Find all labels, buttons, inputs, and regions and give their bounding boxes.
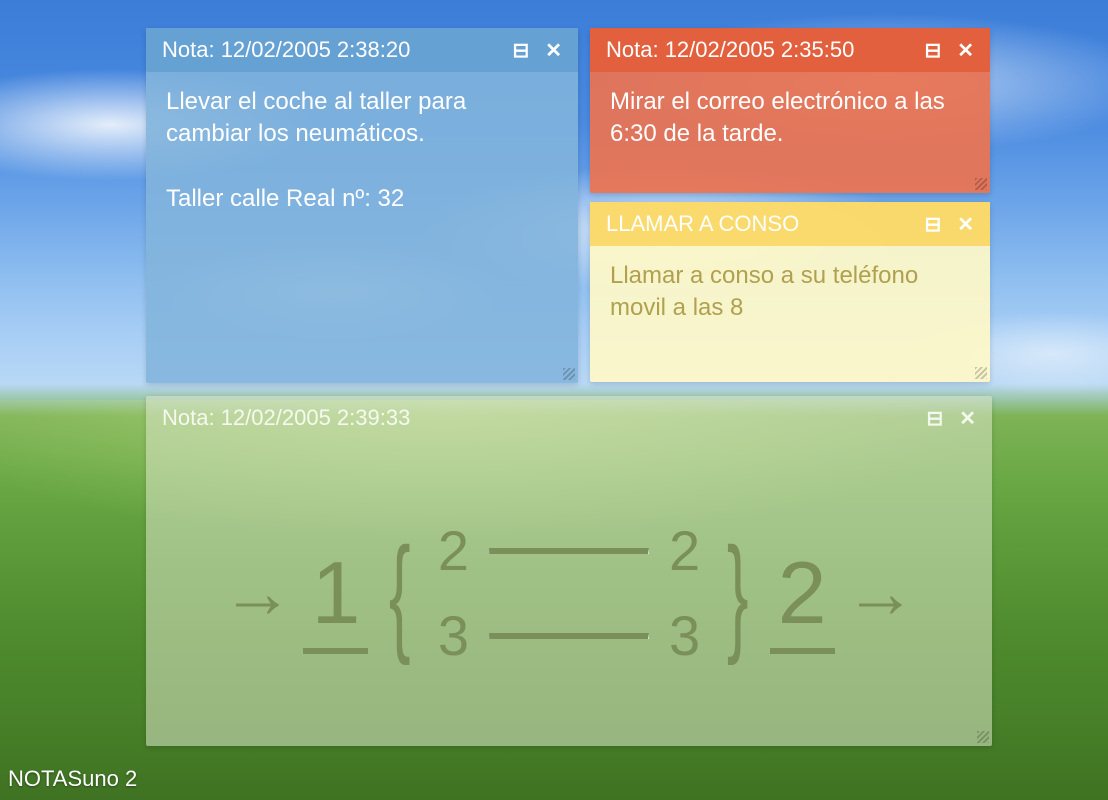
minimize-icon[interactable]: ⊟ — [926, 406, 943, 431]
note-body[interactable]: Mirar el correo electrónico a las 6:30 d… — [590, 72, 990, 193]
note-title: Nota: 12/02/2005 2:39:33 — [162, 405, 410, 431]
resize-grip-icon[interactable] — [977, 731, 989, 743]
resize-grip-icon[interactable] — [975, 178, 987, 190]
close-icon[interactable]: ✕ — [545, 38, 562, 63]
note-text-line: Llevar el coche al taller para cambiar l… — [166, 86, 558, 151]
arrow-right-icon: → — [221, 552, 293, 634]
note-title: LLAMAR A CONSO — [606, 211, 799, 237]
minimize-icon[interactable]: ⊟ — [924, 212, 941, 237]
minimize-icon[interactable]: ⊟ — [924, 38, 941, 63]
note-body[interactable]: Llamar a conso a su teléfono movil a las… — [590, 246, 990, 382]
close-icon[interactable]: ✕ — [957, 212, 974, 237]
digit: 2 — [438, 518, 469, 583]
note-header[interactable]: LLAMAR A CONSO ⊟ ✕ — [590, 202, 990, 246]
app-name-label: NOTASuno 2 — [8, 766, 137, 792]
resize-grip-icon[interactable] — [563, 368, 575, 380]
sticky-note-green[interactable]: Nota: 12/02/2005 2:39:33 ⊟ ✕ → 1 { 2 2 3… — [146, 396, 992, 746]
note-body[interactable]: → 1 { 2 2 3 3 } 2 → — [146, 440, 992, 746]
dash-line — [489, 633, 649, 639]
sticky-note-yellow[interactable]: LLAMAR A CONSO ⊟ ✕ Llamar a conso a su t… — [590, 202, 990, 382]
digit-one: 1 — [303, 542, 368, 644]
note-header[interactable]: Nota: 12/02/2005 2:35:50 ⊟ ✕ — [590, 28, 990, 72]
resize-grip-icon[interactable] — [975, 367, 987, 379]
close-icon[interactable]: ✕ — [957, 38, 974, 63]
note-header[interactable]: Nota: 12/02/2005 2:39:33 ⊟ ✕ — [146, 396, 992, 440]
digit: 3 — [669, 603, 700, 668]
digit-two: 2 — [770, 542, 835, 644]
arrow-right-icon: → — [845, 552, 917, 634]
note-title: Nota: 12/02/2005 2:35:50 — [606, 37, 854, 63]
note-body[interactable]: Llevar el coche al taller para cambiar l… — [146, 72, 578, 383]
digit: 3 — [438, 603, 469, 668]
inner-group: 2 2 3 3 — [438, 518, 700, 668]
note-text-line: Taller calle Real nº: 32 — [166, 183, 558, 215]
sticky-note-blue[interactable]: Nota: 12/02/2005 2:38:20 ⊟ ✕ Llevar el c… — [146, 28, 578, 383]
minimize-icon[interactable]: ⊟ — [512, 38, 529, 63]
dash-line — [489, 548, 649, 554]
sticky-note-red[interactable]: Nota: 12/02/2005 2:35:50 ⊟ ✕ Mirar el co… — [590, 28, 990, 193]
note-header[interactable]: Nota: 12/02/2005 2:38:20 ⊟ ✕ — [146, 28, 578, 72]
brace-close-icon: } — [727, 518, 749, 668]
note-title: Nota: 12/02/2005 2:38:20 — [162, 37, 410, 63]
digit: 2 — [669, 518, 700, 583]
brace-open-icon: { — [389, 518, 411, 668]
close-icon[interactable]: ✕ — [959, 406, 976, 431]
